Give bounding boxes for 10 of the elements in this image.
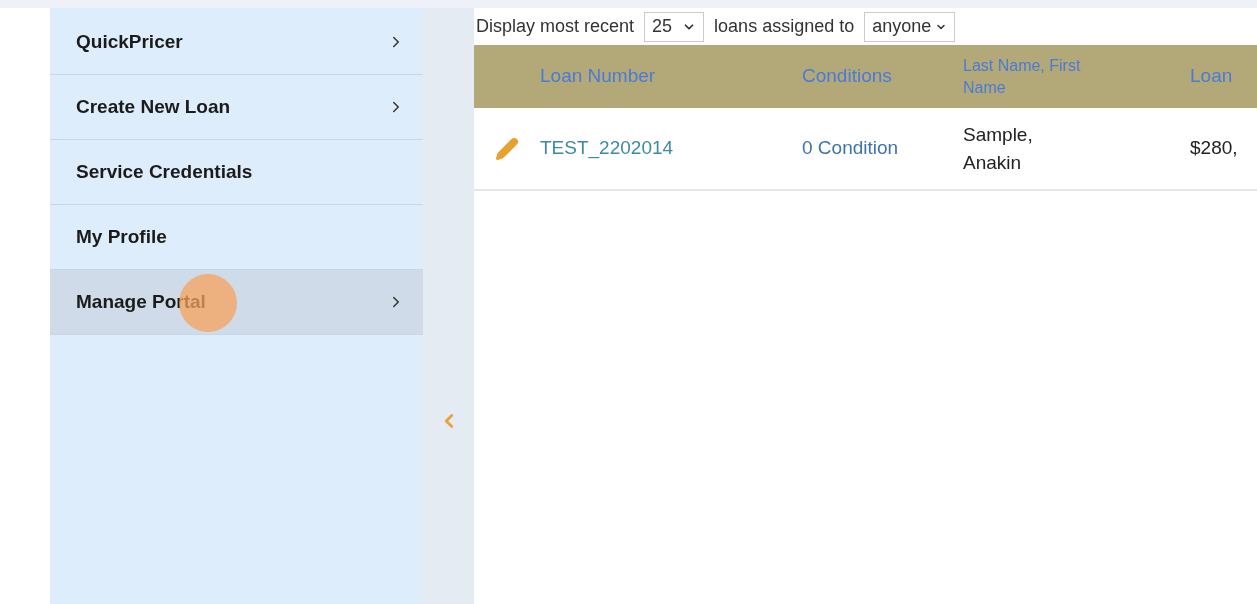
filter-label: Display most recent xyxy=(476,15,635,38)
table-cell-text: Sample, Anakin xyxy=(963,122,1034,175)
table-cell-text: $280, xyxy=(1190,136,1238,161)
count-dropdown[interactable]: 25 xyxy=(644,11,705,42)
sidebar-item[interactable]: Manage Portal xyxy=(50,270,423,335)
filter-label: loans assigned to xyxy=(714,15,855,38)
pencil-icon[interactable] xyxy=(495,136,519,161)
assignee-dropdown[interactable]: anyone xyxy=(864,11,956,42)
conditions-link[interactable]: 0 Condition xyxy=(802,134,963,163)
loan-number-link[interactable]: TEST_2202014 xyxy=(540,134,802,163)
